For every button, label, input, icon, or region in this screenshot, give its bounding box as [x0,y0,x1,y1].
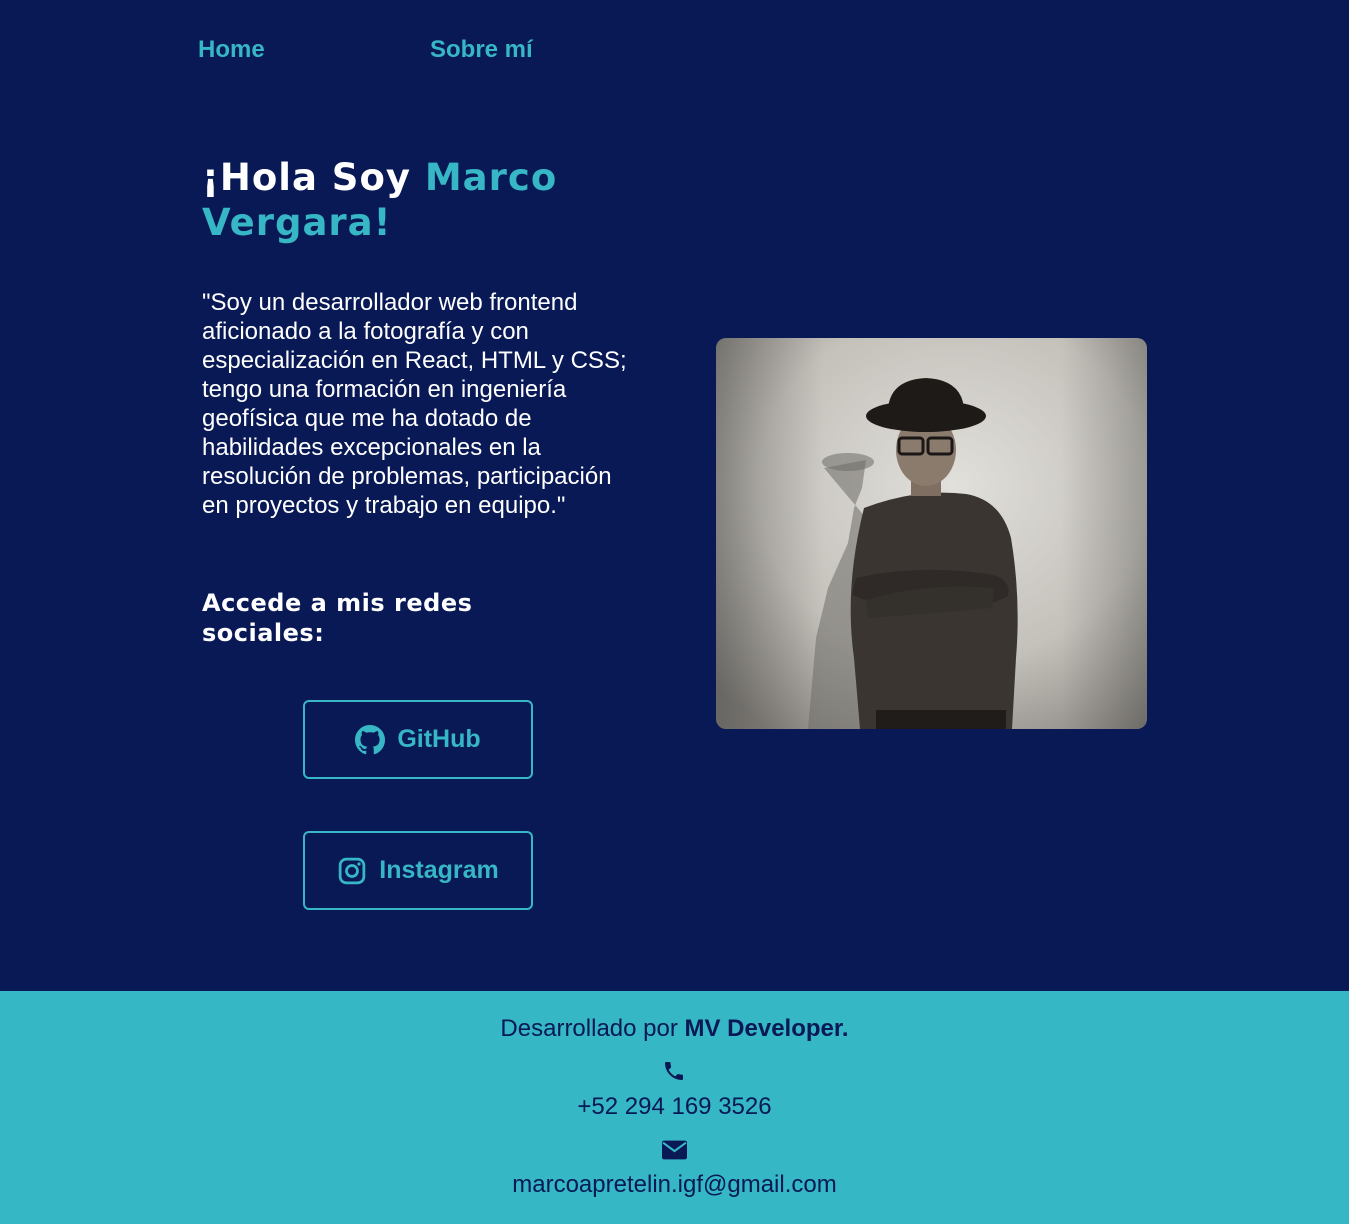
github-label: GitHub [397,725,481,753]
footer-phone[interactable]: +52 294 169 3526 [0,1093,1349,1121]
hero-bio: "Soy un desarrollador web frontend afici… [202,289,627,519]
instagram-label: Instagram [379,856,499,884]
credit-prefix: Desarrollado por [500,1015,685,1042]
top-nav: Home Sobre mí [198,36,533,64]
footer: Desarrollado por MV Developer. +52 294 1… [0,991,1349,1224]
profile-photo [716,338,1147,729]
credit-name: MV Developer. [684,1015,849,1042]
social-heading: Accede a mis redes sociales: [202,589,473,647]
hero-title: ¡Hola Soy Marco Vergara! [202,155,642,245]
instagram-icon [337,856,367,886]
github-button[interactable]: GitHub [303,700,533,779]
footer-credit: Desarrollado por MV Developer. [0,1015,1349,1043]
nav-home-link[interactable]: Home [198,36,430,64]
mail-icon [662,1140,687,1165]
github-icon [355,724,386,755]
hero-greeting: ¡Hola Soy [202,156,425,199]
instagram-button[interactable]: Instagram [303,831,533,910]
phone-icon [662,1058,686,1089]
nav-about-link[interactable]: Sobre mí [430,36,533,64]
footer-email[interactable]: marcoapretelin.igf@gmail.com [0,1171,1349,1199]
